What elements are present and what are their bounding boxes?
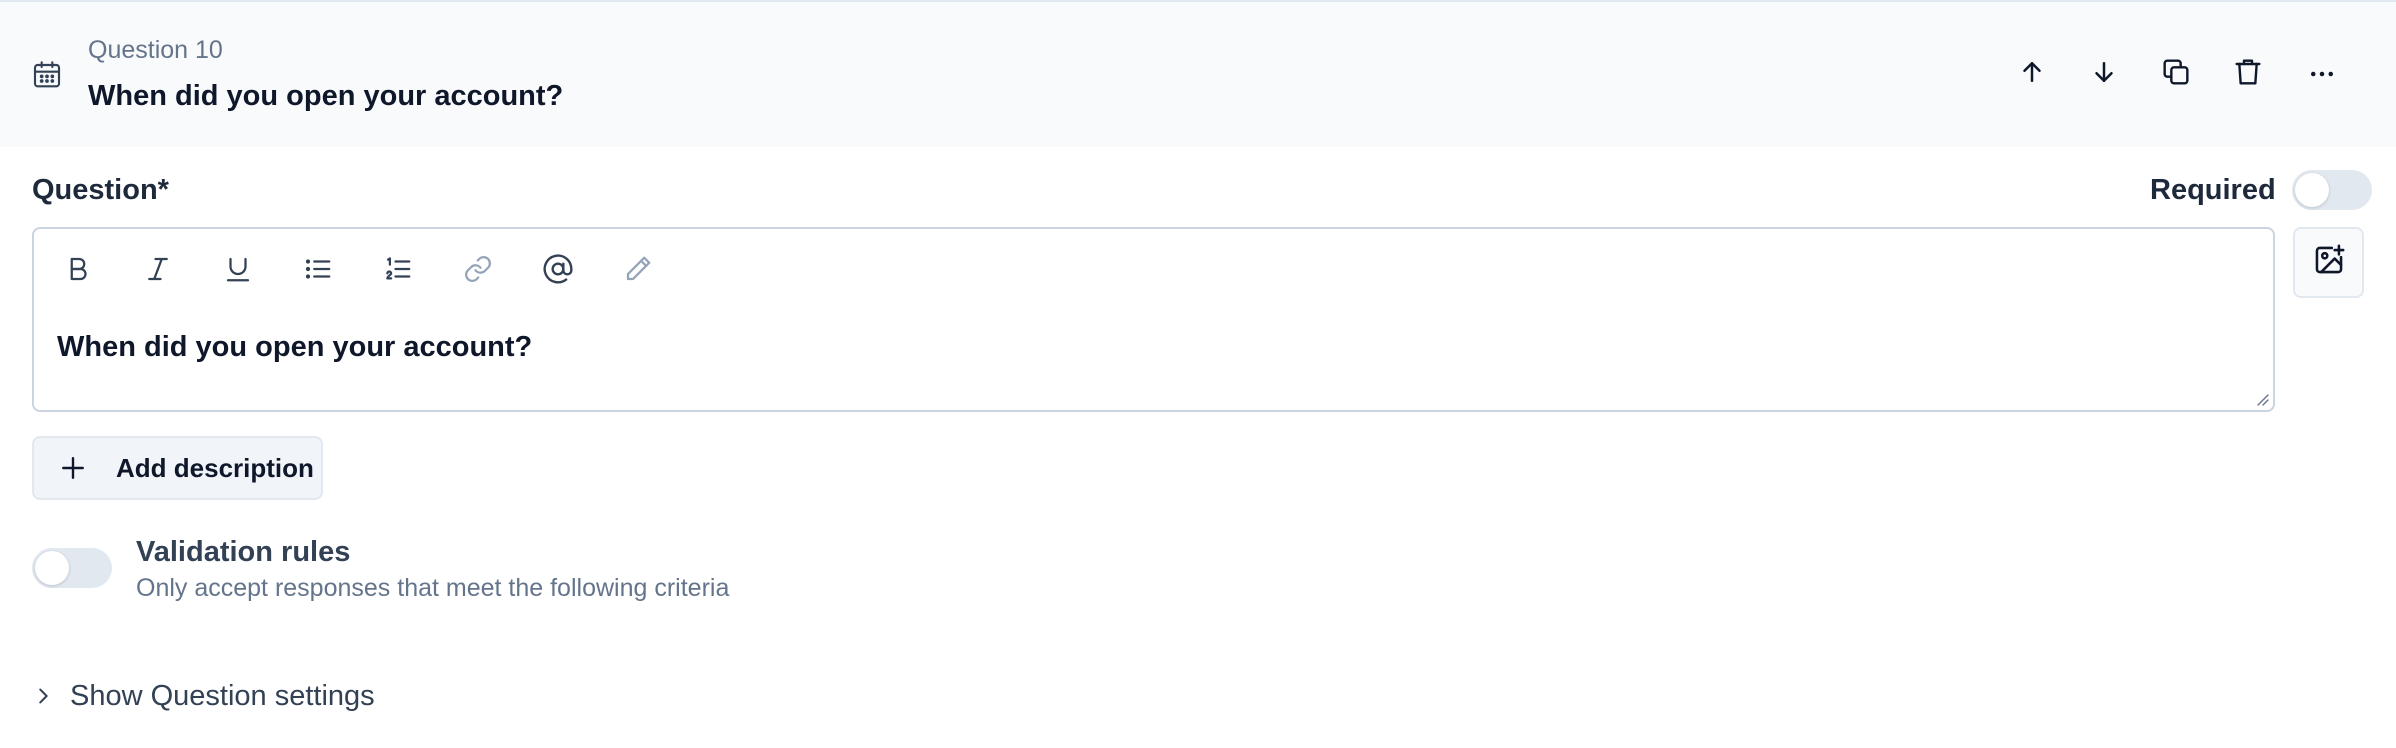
arrow-up-icon <box>2017 57 2047 87</box>
chevron-right-icon <box>32 685 54 707</box>
show-question-settings-label: Show Question settings <box>70 679 375 712</box>
toggle-knob <box>35 551 69 585</box>
link-button[interactable] <box>456 249 500 293</box>
arrow-down-icon <box>2089 57 2119 87</box>
add-description-label: Add description <box>116 452 314 483</box>
delete-button[interactable] <box>2226 50 2270 94</box>
highlight-button[interactable] <box>616 249 660 293</box>
question-editor-text[interactable]: When did you open your account? <box>57 329 532 365</box>
numbered-list-button[interactable] <box>376 249 420 293</box>
question-title: When did you open your account? <box>88 80 564 112</box>
toggle-knob <box>2294 173 2329 207</box>
required-label: Required <box>2150 173 2276 206</box>
pencil-icon <box>623 254 653 289</box>
mention-button[interactable] <box>536 249 580 293</box>
validation-rules-description: Only accept responses that meet the foll… <box>136 574 730 602</box>
move-up-button[interactable] <box>2010 50 2054 94</box>
duplicate-button[interactable] <box>2154 50 2198 94</box>
italic-icon <box>143 254 173 289</box>
required-toggle[interactable] <box>2291 170 2372 210</box>
underline-icon <box>223 254 253 289</box>
question-number: Question 10 <box>88 36 223 64</box>
show-question-settings-toggle[interactable]: Show Question settings <box>32 678 375 714</box>
calendar-icon <box>31 59 63 91</box>
ellipsis-icon <box>2307 59 2337 89</box>
at-sign-icon <box>542 253 574 290</box>
bold-icon <box>63 254 93 289</box>
trash-icon <box>2232 56 2264 88</box>
validation-rules-title: Validation rules <box>136 536 351 568</box>
resize-handle-icon[interactable] <box>2253 390 2269 406</box>
image-add-icon <box>2312 243 2346 282</box>
question-editor[interactable]: When did you open your account? <box>32 227 2275 412</box>
add-image-button[interactable] <box>2293 227 2364 298</box>
question-header: Question 10 When did you open your accou… <box>0 0 2396 147</box>
numbered-list-icon <box>383 254 413 289</box>
bullet-list-icon <box>303 254 333 289</box>
bullet-list-button[interactable] <box>296 249 340 293</box>
required-control: Required <box>2150 170 2372 210</box>
add-description-button[interactable]: Add description <box>32 436 323 500</box>
italic-button[interactable] <box>136 249 180 293</box>
validation-rules-toggle[interactable] <box>32 548 112 588</box>
question-field-label: Question* <box>32 174 169 206</box>
link-icon <box>463 254 493 289</box>
underline-button[interactable] <box>216 249 260 293</box>
more-options-button[interactable] <box>2300 52 2344 96</box>
bold-button[interactable] <box>56 249 100 293</box>
move-down-button[interactable] <box>2082 50 2126 94</box>
copy-icon <box>2160 56 2192 88</box>
plus-icon <box>60 455 86 481</box>
